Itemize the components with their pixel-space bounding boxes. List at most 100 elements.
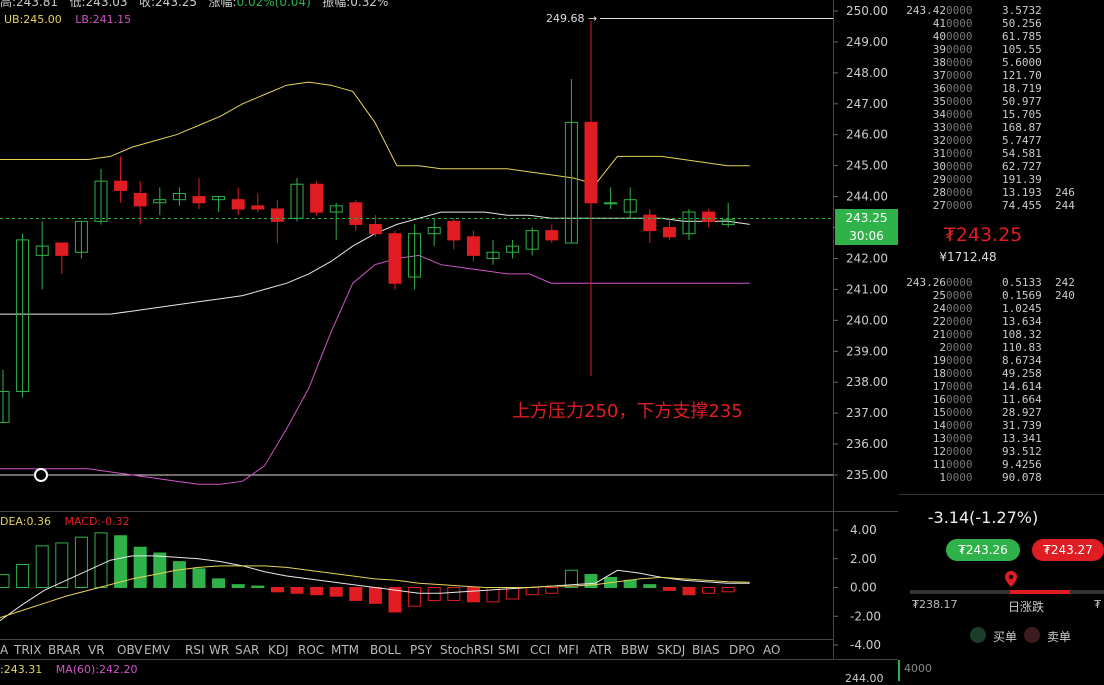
bid-row[interactable]: 25 0000 0.1569 240	[898, 289, 1104, 302]
order-price-zeros: 0000	[946, 134, 973, 147]
range-low: ₮238.17	[912, 598, 958, 611]
tab-sar[interactable]: SAR	[235, 643, 259, 657]
ask-row[interactable]: 36 0000 18.719	[898, 82, 1104, 95]
tab-smi[interactable]: SMI	[498, 643, 520, 657]
bid-row[interactable]: 19 0000 8.6734	[898, 354, 1104, 367]
ask-row[interactable]: 29 0000 191.39	[898, 173, 1104, 186]
tab-wr[interactable]: WR	[209, 643, 229, 657]
macd-histogram-bar	[153, 552, 167, 588]
macd-tick-label: -2.00	[850, 609, 881, 623]
tab-skdj[interactable]: SKDJ	[657, 643, 685, 657]
tab-stochrsi[interactable]: StochRSI	[440, 643, 493, 657]
order-price-zeros: 0000	[946, 380, 973, 393]
bid-row[interactable]: 14 0000 31.739	[898, 419, 1104, 432]
change-label: 涨幅:	[208, 0, 237, 9]
ask-row[interactable]: 28 0000 13.193 246	[898, 186, 1104, 199]
sell-order-label[interactable]: 卖单	[1047, 628, 1071, 645]
price-tick-label: 249.00	[846, 35, 888, 49]
close-value: 243.25	[155, 0, 198, 9]
tab-mtm[interactable]: MTM	[331, 643, 359, 657]
bid-row[interactable]: 16 0000 11.664	[898, 393, 1104, 406]
ask-row[interactable]: 40 0000 61.785	[898, 30, 1104, 43]
tab-obv[interactable]: OBV	[117, 643, 143, 657]
tab-brar[interactable]: BRAR	[48, 643, 81, 657]
bid-row[interactable]: 11 0000 9.4256	[898, 458, 1104, 471]
tab-bias[interactable]: BIAS	[692, 643, 720, 657]
bid-row[interactable]: 1 0000 90.078	[898, 471, 1104, 484]
order-depth: 246	[1055, 186, 1075, 199]
bid-price-button[interactable]: ₮243.26	[946, 539, 1020, 561]
buy-order-icon[interactable]	[970, 627, 986, 643]
tab-rsi[interactable]: RSI	[185, 643, 205, 657]
tab-roc[interactable]: ROC	[298, 643, 324, 657]
tab-ao[interactable]: AO	[763, 643, 780, 657]
candle-body	[447, 220, 461, 241]
order-qty: 31.739	[1002, 419, 1042, 432]
order-price: 29	[932, 173, 946, 186]
tab-a[interactable]: A	[0, 643, 8, 657]
price-tick-label: 240.00	[846, 313, 888, 327]
tab-mfi[interactable]: MFI	[558, 643, 579, 657]
macd-tick-label: 2.00	[850, 552, 877, 566]
tab-emv[interactable]: EMV	[144, 643, 170, 657]
bid-row[interactable]: 17 0000 14.614	[898, 380, 1104, 393]
ask-row[interactable]: 31 0000 54.581	[898, 147, 1104, 160]
high-value: 243.81	[16, 0, 59, 9]
order-price: 243.42	[906, 4, 946, 17]
orderbook-panel: 243.42 0000 3.5732 41 0000 50.256 40 0000 61.785…	[898, 0, 1104, 681]
order-qty: 13.193	[1002, 186, 1042, 199]
macd-histogram-bar	[427, 587, 441, 601]
macd-histogram-bar	[525, 587, 539, 596]
level-handle[interactable]	[34, 468, 48, 482]
ask-row[interactable]: 37 0000 121.70	[898, 69, 1104, 82]
ask-row[interactable]: 35 0000 50.977	[898, 95, 1104, 108]
tab-boll[interactable]: BOLL	[370, 643, 401, 657]
tab-cci[interactable]: CCI	[530, 643, 550, 657]
ask-row[interactable]: 34 0000 15.705	[898, 108, 1104, 121]
ask-row[interactable]: 33 0000 168.87	[898, 121, 1104, 134]
chart-panel[interactable]: 250.00 249.00 248.00 247.00 246.00 245.00 244.…	[0, 0, 898, 685]
ask-row[interactable]: 41 0000 50.256	[898, 17, 1104, 30]
price-tick-label: 236.00	[846, 437, 888, 451]
tab-bbw[interactable]: BBW	[621, 643, 649, 657]
chart-svg[interactable]: 250.00 249.00 248.00 247.00 246.00 245.00 244.…	[0, 0, 898, 681]
ask-row[interactable]: 38 0000 5.6000	[898, 56, 1104, 69]
price-tick-label: 250.00	[846, 4, 888, 18]
candle-body	[310, 183, 324, 213]
candle-body	[192, 196, 206, 204]
tab-dpo[interactable]: DPO	[729, 643, 755, 657]
ask-row[interactable]: 32 0000 5.7477	[898, 134, 1104, 147]
ask-row[interactable]: 30 0000 62.727	[898, 160, 1104, 173]
ask-price-button[interactable]: ₮243.27	[1032, 539, 1104, 561]
bid-row[interactable]: 22 0000 13.634	[898, 315, 1104, 328]
bid-row[interactable]: 243.26 0000 0.5133 242	[898, 276, 1104, 289]
bid-row[interactable]: 13 0000 13.341	[898, 432, 1104, 445]
tab-trix[interactable]: TRIX	[14, 643, 41, 657]
bid-row[interactable]: 2 0000 110.83	[898, 341, 1104, 354]
tab-psy[interactable]: PSY	[410, 643, 432, 657]
bid-row[interactable]: 21 0000 108.32	[898, 328, 1104, 341]
bid-row[interactable]: 24 0000 1.0245	[898, 302, 1104, 315]
buy-order-label[interactable]: 买单	[993, 628, 1017, 645]
candle-body	[349, 202, 363, 225]
ask-row[interactable]: 27 0000 74.455 244	[898, 199, 1104, 212]
order-price: 25	[932, 289, 946, 302]
order-price-zeros: 0000	[946, 121, 973, 134]
order-qty: 93.512	[1002, 445, 1042, 458]
current-price-tag: 243.25	[835, 209, 898, 227]
order-price-zeros: 0000	[946, 43, 973, 56]
tab-kdj[interactable]: KDJ	[268, 643, 289, 657]
last-price: ₮243.25	[943, 224, 1023, 246]
ask-row[interactable]: 39 0000 105.55	[898, 43, 1104, 56]
bid-row[interactable]: 18 0000 49.258	[898, 367, 1104, 380]
tab-vr[interactable]: VR	[88, 643, 105, 657]
sell-order-icon[interactable]	[1024, 627, 1040, 643]
candle-body	[466, 236, 480, 256]
bid-row[interactable]: 12 0000 93.512	[898, 445, 1104, 458]
ask-row[interactable]: 243.42 0000 3.5732	[898, 4, 1104, 17]
order-price-zeros: 0000	[946, 406, 973, 419]
tab-atr[interactable]: ATR	[589, 643, 612, 657]
bid-row[interactable]: 15 0000 28.927	[898, 406, 1104, 419]
order-qty: 191.39	[1002, 173, 1042, 186]
macd-histogram-bar	[290, 587, 304, 594]
